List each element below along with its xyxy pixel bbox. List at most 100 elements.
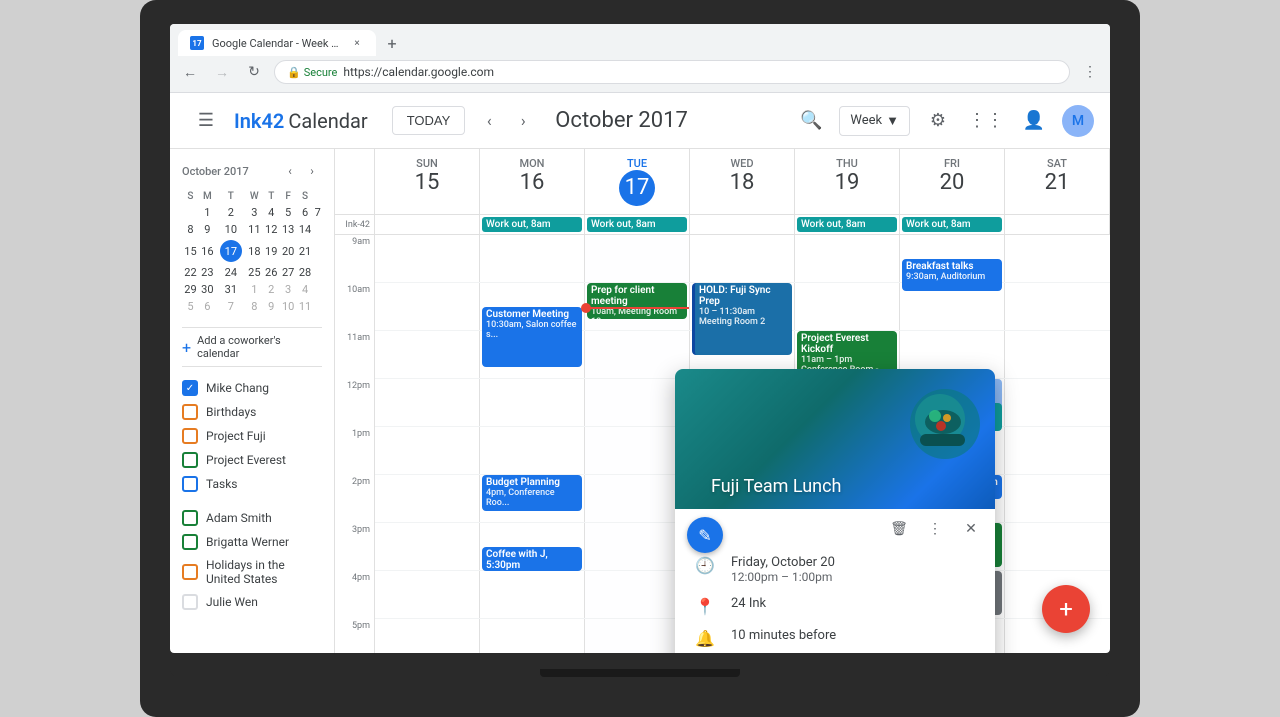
day-header-wed[interactable]: Wed 18 [690,149,795,214]
budget-planning-event[interactable]: Budget Planning 4pm, Conference Roo... [482,475,582,511]
browser-tab[interactable]: 17 Google Calendar - Week of O... × [178,30,376,56]
today-date-cell[interactable]: 17 [220,240,242,262]
clock-icon: 🕘 [695,556,715,575]
add-coworker-label: Add a coworker's calendar [197,334,322,360]
coffee-with-j-event[interactable]: Coffee with J, 5:30pm [482,547,582,571]
calendar-item-adam-smith[interactable]: Adam Smith [182,507,322,529]
all-day-cell-fri[interactable]: Work out, 8am [900,215,1005,234]
app-header: ☰ Ink42 Calendar TODAY ‹ › October 2017 … [170,93,1110,149]
calendar-label-adam-smith: Adam Smith [206,511,272,525]
calendar-checkbox-project-everest[interactable] [182,452,198,468]
calendar-checkbox-brigatta-werner[interactable] [182,534,198,550]
popup-reminder: 10 minutes before [731,628,836,643]
breakfast-talks-event[interactable]: Breakfast talks 9:30am, Auditorium [902,259,1002,291]
hold-fuji-event[interactable]: HOLD: Fuji Sync Prep 10 – 11:30am Meetin… [692,283,792,355]
time-1pm: 1pm [335,427,375,475]
edit-icon: ✎ [698,526,711,545]
calendar-checkbox-julie-wen[interactable] [182,594,198,610]
calendar-checkbox-birthdays[interactable] [182,404,198,420]
reload-button[interactable]: ↻ [242,60,266,84]
time-11am: 11am [335,331,375,379]
work-out-fri-event[interactable]: Work out, 8am [902,217,1002,232]
bell-icon: 🔔 [695,629,715,648]
time-4pm: 4pm [335,571,375,619]
today-button[interactable]: TODAY [392,106,466,135]
popup-image: Fuji Team Lunch [675,369,995,509]
prep-client-event[interactable]: Prep for client meeting 10am, Meeting Ro… [587,283,687,319]
sidebar: October 2017 ‹ › S M T W [170,149,335,653]
calendar-checkbox-holidays[interactable] [182,564,198,580]
search-button[interactable]: 🔍 [791,101,831,141]
calendar-label-project-everest: Project Everest [206,453,286,467]
popup-more-button[interactable]: ⋮ [919,513,951,545]
apps-button[interactable]: ⋮⋮ [966,101,1006,141]
settings-button[interactable]: ⚙ [918,101,958,141]
all-day-cell-thu[interactable]: Work out, 8am [795,215,900,234]
calendar-item-holidays[interactable]: Holidays in the United States [182,555,322,589]
calendar-item-mike-chang[interactable]: ✓ Mike Chang [182,377,322,399]
time-2pm: 2pm [335,475,375,523]
time-10am: 10am [335,283,375,331]
customer-meeting-event[interactable]: Customer Meeting 10:30am, Salon coffee s… [482,307,582,367]
calendar-label-holidays: Holidays in the United States [206,558,322,586]
account-button[interactable]: 👤 [1014,101,1054,141]
popup-datetime-row: 🕘 Friday, October 20 12:00pm – 1:00pm [695,549,975,590]
view-selector[interactable]: Week ▼ [839,106,910,136]
create-event-fab[interactable]: + [1042,585,1090,633]
work-out-mon-event[interactable]: Work out, 8am [482,217,582,232]
time-5pm: 5pm [335,619,375,653]
day-header-fri[interactable]: Fri 20 [900,149,1005,214]
all-day-cell-mon[interactable]: Work out, 8am [480,215,585,234]
popup-location-row: 📍 24 Ink [695,590,975,622]
time-12pm: 12pm [335,379,375,427]
calendar-item-project-fuji[interactable]: Project Fuji [182,425,322,447]
day-header-sun[interactable]: Sun 15 [375,149,480,214]
tab-close-button[interactable]: × [350,36,364,50]
work-out-thu-event[interactable]: Work out, 8am [797,217,897,232]
next-week-button[interactable]: › [507,105,539,137]
time-3pm: 3pm [335,523,375,571]
day-header-thu[interactable]: Thu 19 [795,149,900,214]
calendar-item-tasks[interactable]: Tasks [182,473,322,495]
calendar-checkbox-mike-chang[interactable]: ✓ [182,380,198,396]
location-icon: 📍 [695,597,715,616]
new-tab-button[interactable]: + [380,31,404,55]
app-logo: Ink42 Calendar [234,109,368,133]
back-button[interactable]: ← [178,60,202,84]
work-out-tue-event[interactable]: Work out, 8am [587,217,687,232]
add-coworker-button[interactable]: + Add a coworker's calendar [182,327,322,367]
popup-date: Friday, October 20 [731,555,835,570]
popup-edit-button[interactable]: ✎ [687,517,723,553]
menu-button[interactable]: ☰ [186,101,226,141]
all-day-cell-tue[interactable]: Work out, 8am [585,215,690,234]
all-day-cell-sun[interactable] [375,215,480,234]
popup-delete-button[interactable]: 🗑 [883,513,915,545]
calendar-item-julie-wen[interactable]: Julie Wen [182,591,322,613]
user-avatar[interactable]: M [1062,105,1094,137]
calendar-item-project-everest[interactable]: Project Everest [182,449,322,471]
popup-close-button[interactable]: ✕ [955,513,987,545]
calendar-checkbox-adam-smith[interactable] [182,510,198,526]
more-options-button[interactable]: ⋮ [1078,60,1102,84]
time-9am: 9am [335,235,375,283]
calendar-label-project-fuji: Project Fuji [206,429,266,443]
calendar-checkbox-tasks[interactable] [182,476,198,492]
calendar-item-birthdays[interactable]: Birthdays [182,401,322,423]
prev-week-button[interactable]: ‹ [473,105,505,137]
date-navigation: ‹ › [473,105,539,137]
calendar-item-brigatta-werner[interactable]: Brigatta Werner [182,531,322,553]
calendar-checkbox-project-fuji[interactable] [182,428,198,444]
all-day-cell-sat[interactable] [1005,215,1110,234]
event-popup: Fuji Team Lunch ✎ 🗑 ⋮ ✕ 🕘 [675,369,995,653]
header-month-year: October 2017 [555,108,775,133]
day-header-mon[interactable]: Mon 16 [480,149,585,214]
address-bar[interactable]: 🔒 Secure https://calendar.google.com [274,60,1070,84]
all-day-cell-wed[interactable] [690,215,795,234]
tab-favicon: 17 [190,36,204,50]
mini-cal-next[interactable]: › [302,161,322,181]
day-header-tue[interactable]: Tue 17 [585,149,690,214]
day-header-sat[interactable]: Sat 21 [1005,149,1110,214]
tab-title: Google Calendar - Week of O... [212,37,342,50]
mini-cal-prev[interactable]: ‹ [280,161,300,181]
forward-button[interactable]: → [210,60,234,84]
